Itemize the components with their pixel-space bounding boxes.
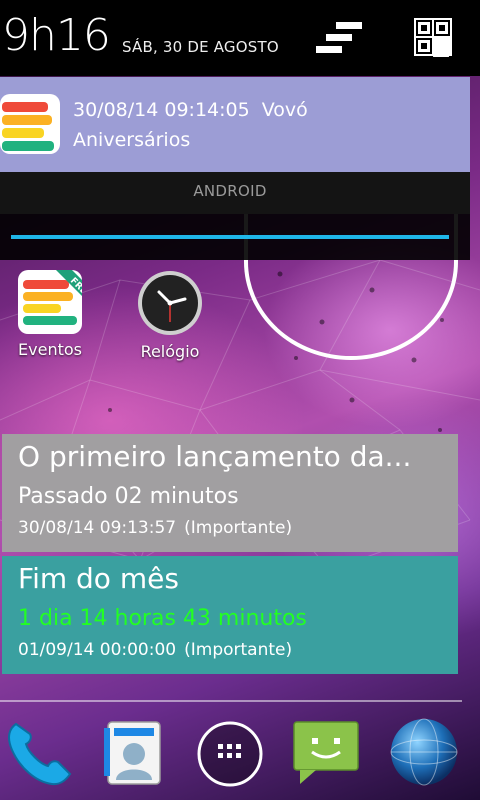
status-time: 9h16 [2,10,111,61]
birthday-notification[interactable]: 30/08/14 09:14:05 Vovó Aniversários [0,77,470,172]
shortcut-relogio[interactable]: Relógio [120,270,220,361]
shortcut-label: Eventos [18,340,82,359]
event-datetime-row: 01/09/14 00:00:00 (Importante) [18,640,292,660]
dock-divider [0,700,462,702]
shade-drag-handle[interactable] [11,235,449,239]
notification-title-row: 30/08/14 09:14:05 Vovó [73,99,308,121]
notification-category: Aniversários [73,129,191,151]
notification-person: Vovó [261,99,308,121]
carrier-bar: ANDROID [0,172,470,214]
eventos-app-icon: FREE [18,270,82,334]
event-priority: (Importante) [184,640,293,660]
shortcut-label: Relógio [140,342,200,361]
status-date: SÁB, 30 DE AGOSTO [122,38,279,56]
event-countdown: 1 dia 14 horas 43 minutos [18,606,307,631]
event-title: O primeiro lançamento da... [18,440,412,473]
event-widget[interactable]: O primeiro lançamento da... Passado 02 m… [2,434,458,552]
browser-globe-icon[interactable] [388,716,460,788]
event-priority: (Importante) [184,518,293,538]
event-widget[interactable]: Fim do mês 1 dia 14 horas 43 minutos 01/… [2,556,458,674]
quick-settings-icon[interactable] [412,16,454,58]
phone-icon[interactable] [2,716,74,788]
clock-icon [138,271,202,335]
event-countdown: Passado 02 minutos [18,484,239,509]
messaging-icon[interactable] [290,716,362,788]
event-title: Fim do mês [18,562,179,595]
contacts-icon[interactable] [100,716,168,788]
event-datetime-row: 30/08/14 09:13:57 (Importante) [18,518,292,538]
shortcut-eventos[interactable]: FREE Eventos [0,270,100,359]
notification-shade-header: 9h16 SÁB, 30 DE AGOSTO [0,0,480,76]
app-drawer-icon[interactable] [196,720,264,788]
event-datetime: 30/08/14 09:13:57 [18,518,177,538]
eventos-app-icon [0,94,60,154]
settings-sliders-icon[interactable] [316,20,364,56]
event-datetime: 01/09/14 00:00:00 [18,640,177,660]
notification-timestamp: 30/08/14 09:14:05 [73,99,250,121]
carrier-label: ANDROID [193,182,267,200]
